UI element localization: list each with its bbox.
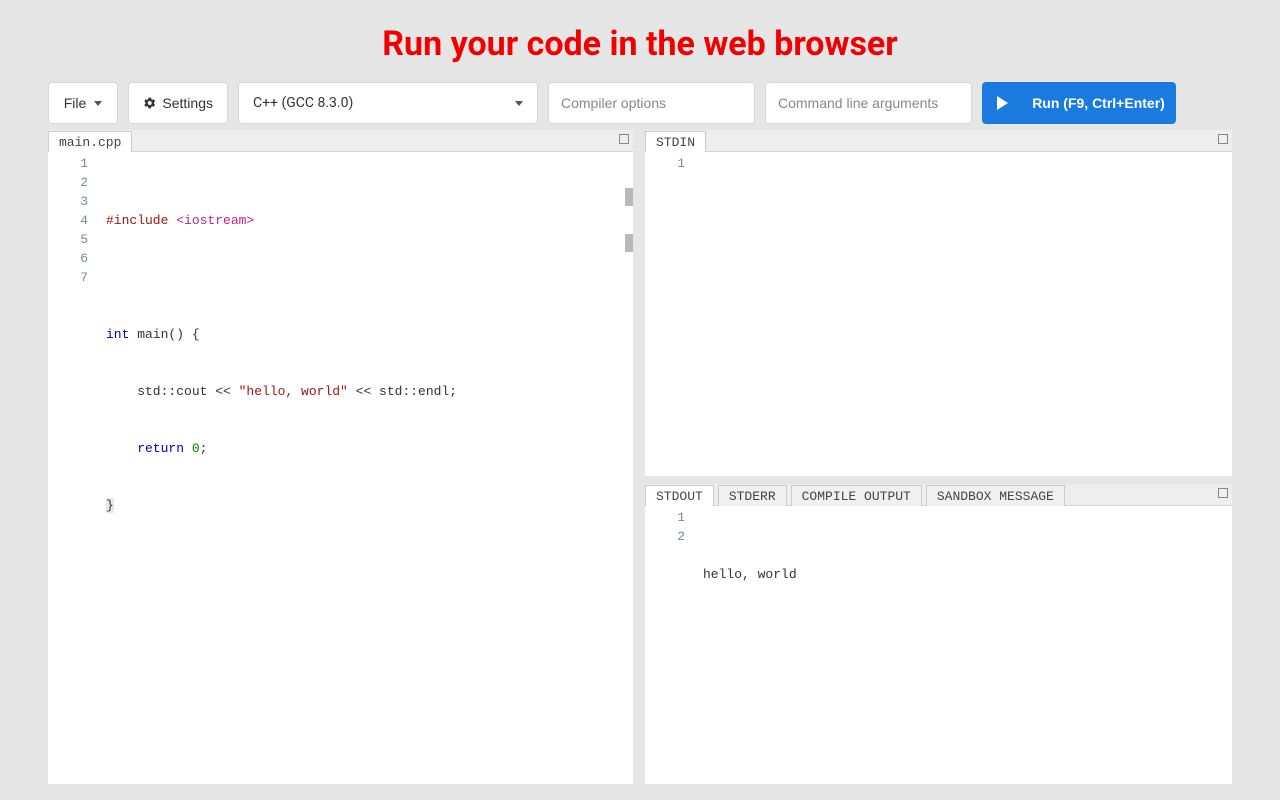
caret-down-icon: [94, 101, 102, 106]
toolbar: File Settings C++ (GCC 8.3.0) Run (F9, C…: [48, 82, 1232, 124]
stdin-content[interactable]: [695, 152, 1232, 476]
stdin-gutter: 1: [645, 152, 695, 476]
settings-button[interactable]: Settings: [128, 82, 228, 124]
file-menu-button[interactable]: File: [48, 82, 118, 124]
language-selected: C++ (GCC 8.3.0): [253, 95, 353, 111]
output-content: hello, world: [695, 506, 1232, 784]
play-icon: [997, 96, 1008, 110]
compiler-options-input[interactable]: [548, 82, 755, 124]
maximize-icon[interactable]: [619, 134, 629, 144]
tab-sandbox-message[interactable]: SANDBOX MESSAGE: [926, 485, 1065, 506]
settings-label: Settings: [162, 95, 213, 111]
caret-down-icon: [515, 101, 523, 106]
maximize-icon[interactable]: [1218, 488, 1228, 498]
gear-icon: [143, 96, 156, 110]
code-editor[interactable]: 1 2 3 4 5 6 7 #include <iostream> int ma…: [48, 152, 633, 784]
editor-panel: main.cpp 1 2 3 4 5 6 7 #inclu: [48, 130, 633, 784]
stdin-tabstrip: STDIN: [645, 130, 1232, 152]
output-view[interactable]: 1 2 hello, world: [645, 506, 1232, 784]
code-content[interactable]: #include <iostream> int main() { std::co…: [98, 152, 633, 784]
tab-stderr[interactable]: STDERR: [718, 485, 787, 506]
tab-compile-output[interactable]: COMPILE OUTPUT: [791, 485, 922, 506]
editor-tab-main[interactable]: main.cpp: [48, 131, 132, 152]
output-gutter: 1 2: [645, 506, 695, 784]
command-line-args-input[interactable]: [765, 82, 972, 124]
file-label: File: [64, 95, 87, 111]
run-label: Run (F9, Ctrl+Enter): [1032, 95, 1165, 111]
language-select[interactable]: C++ (GCC 8.3.0): [238, 82, 538, 124]
editor-tabstrip: main.cpp: [48, 130, 633, 152]
scrollbar-thumb[interactable]: [625, 188, 633, 206]
output-panel: STDOUT STDERR COMPILE OUTPUT SANDBOX MES…: [645, 484, 1232, 784]
stdin-tab[interactable]: STDIN: [645, 131, 706, 152]
page-banner: Run your code in the web browser: [0, 0, 1280, 82]
maximize-icon[interactable]: [1218, 134, 1228, 144]
run-button[interactable]: Run (F9, Ctrl+Enter): [982, 82, 1176, 124]
stdin-panel: STDIN 1: [645, 130, 1232, 476]
tab-stdout[interactable]: STDOUT: [645, 485, 714, 506]
output-tabstrip: STDOUT STDERR COMPILE OUTPUT SANDBOX MES…: [645, 484, 1232, 506]
scrollbar-thumb[interactable]: [625, 234, 633, 252]
editor-gutter: 1 2 3 4 5 6 7: [48, 152, 98, 784]
stdin-editor[interactable]: 1: [645, 152, 1232, 476]
